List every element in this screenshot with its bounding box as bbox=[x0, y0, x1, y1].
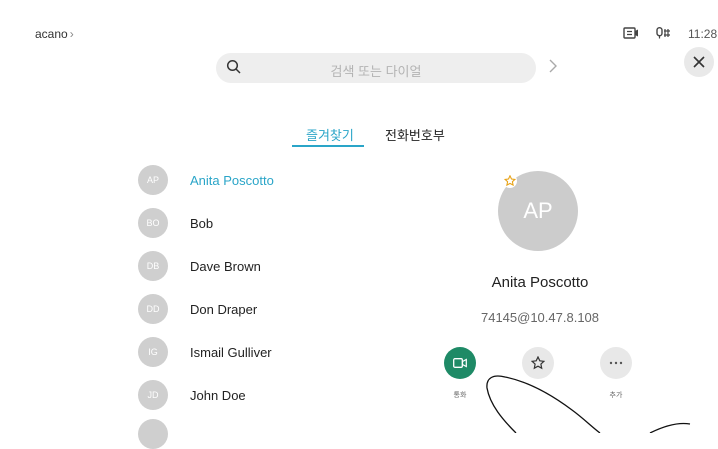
search-placeholder: 검색 또는 다이얼 bbox=[330, 64, 422, 79]
video-camera-icon bbox=[453, 358, 467, 368]
brand-label: acano bbox=[35, 27, 68, 41]
avatar: IG bbox=[138, 337, 168, 367]
star-icon bbox=[504, 175, 516, 187]
status-bar: acano › 11:28 bbox=[0, 0, 718, 41]
brand-breadcrumb[interactable]: acano › bbox=[35, 27, 74, 41]
close-icon bbox=[693, 56, 705, 68]
avatar: BO bbox=[138, 208, 168, 238]
tab-favorites[interactable]: 즐겨찾기 bbox=[292, 125, 364, 147]
chevron-right-icon[interactable] bbox=[548, 59, 558, 78]
contact-row[interactable]: JD John Doe bbox=[138, 380, 358, 410]
mic-icon[interactable] bbox=[656, 26, 672, 44]
avatar: AP bbox=[138, 165, 168, 195]
avatar: JD bbox=[138, 380, 168, 410]
more-button[interactable] bbox=[600, 347, 632, 379]
clock: 11:28 bbox=[688, 27, 718, 41]
more-icon bbox=[609, 361, 623, 365]
contact-row[interactable]: IG Ismail Gulliver bbox=[138, 337, 358, 367]
contact-name: Bob bbox=[190, 216, 214, 231]
contact-row[interactable]: DB Dave Brown bbox=[138, 251, 358, 281]
contact-name: John Doe bbox=[190, 388, 246, 403]
more-label: 추가 bbox=[609, 392, 623, 399]
contact-row[interactable]: AP Anita Poscotto bbox=[138, 165, 358, 195]
contact-name: Dave Brown bbox=[190, 259, 261, 274]
contact-name: Don Draper bbox=[190, 302, 258, 317]
close-button[interactable] bbox=[684, 47, 714, 77]
contact-name: Ismail Gulliver bbox=[190, 345, 272, 360]
search-field[interactable]: 검색 또는 다이얼 bbox=[216, 53, 536, 83]
call-button[interactable] bbox=[444, 347, 476, 379]
contact-row[interactable]: DD Don Draper bbox=[138, 294, 358, 324]
star-icon bbox=[531, 356, 545, 370]
call-label: 통화 bbox=[453, 392, 467, 399]
avatar[interactable] bbox=[138, 419, 168, 449]
contact-row[interactable]: BO Bob bbox=[138, 208, 358, 238]
detail-name: Anita Poscotto bbox=[491, 274, 589, 291]
screen-share-icon[interactable] bbox=[623, 26, 639, 44]
avatar: DB bbox=[138, 251, 168, 281]
favorite-badge bbox=[503, 174, 517, 188]
detail-address: 74145@10.47.8.108 bbox=[480, 310, 600, 325]
favorite-button[interactable] bbox=[522, 347, 554, 379]
tab-directory[interactable]: 전화번호부 bbox=[385, 125, 445, 144]
avatar: DD bbox=[138, 294, 168, 324]
brand-chevron-icon: › bbox=[69, 27, 74, 41]
contact-name: Anita Poscotto bbox=[190, 173, 274, 188]
